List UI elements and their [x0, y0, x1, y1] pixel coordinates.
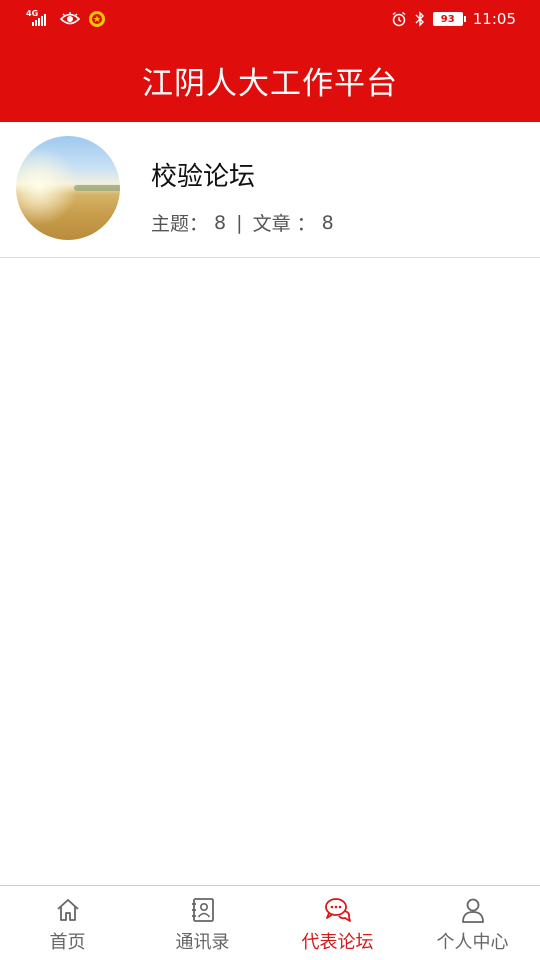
nav-item-profile[interactable]: 个人中心 — [405, 886, 540, 960]
status-right: 93 11:05 — [391, 10, 516, 28]
page-title: 江阴人大工作平台 — [142, 65, 398, 102]
articles-label: 文章 ： — [252, 213, 316, 235]
eye-icon — [60, 12, 80, 26]
nav-label-forum: 代表论坛 — [301, 932, 374, 953]
home-icon — [54, 896, 82, 924]
topics-count: 8 — [214, 211, 227, 234]
signal-icon: 4G — [26, 10, 52, 28]
nav-item-forum[interactable]: 代表论坛 — [270, 886, 405, 960]
forum-list-item[interactable]: 校验论坛 主题： 8 | 文章 ： 8 — [0, 122, 540, 258]
status-left: 4G — [26, 10, 106, 28]
nav-item-contacts[interactable]: 通讯录 — [135, 886, 270, 960]
forum-thumbnail — [16, 136, 120, 240]
status-time: 11:05 — [472, 10, 516, 28]
app-header: 江阴人大工作平台 — [0, 38, 540, 122]
stats-divider: | — [230, 211, 249, 234]
contacts-icon — [189, 896, 217, 924]
alarm-icon — [391, 11, 407, 27]
thumbnail-treeline — [74, 185, 120, 191]
articles-count: 8 — [321, 211, 334, 234]
forum-name: 校验论坛 — [151, 162, 256, 192]
nav-label-home: 首页 — [49, 932, 86, 953]
status-bar: 4G 93 11:05 — [0, 0, 540, 38]
topics-label: 主题： — [151, 213, 209, 235]
nav-label-profile: 个人中心 — [436, 932, 509, 953]
nav-label-contacts: 通讯录 — [175, 932, 230, 953]
forum-list: 校验论坛 主题： 8 | 文章 ： 8 — [0, 122, 540, 258]
nav-item-home[interactable]: 首页 — [0, 886, 135, 960]
chat-bubbles-icon — [324, 896, 352, 924]
bottom-nav: 首页 通讯录 代表论坛 个人中心 — [0, 885, 540, 960]
emblem-icon — [88, 10, 106, 28]
forum-stats: 主题： 8 | 文章 ： 8 — [151, 209, 334, 236]
battery-icon: 93 — [432, 12, 466, 26]
app-screen: 4G 93 11:05 江阴人大工作平台 校验论坛 主题： 8 | 文章 ： 8… — [0, 0, 540, 960]
bluetooth-icon — [415, 11, 425, 27]
person-icon — [459, 896, 487, 924]
